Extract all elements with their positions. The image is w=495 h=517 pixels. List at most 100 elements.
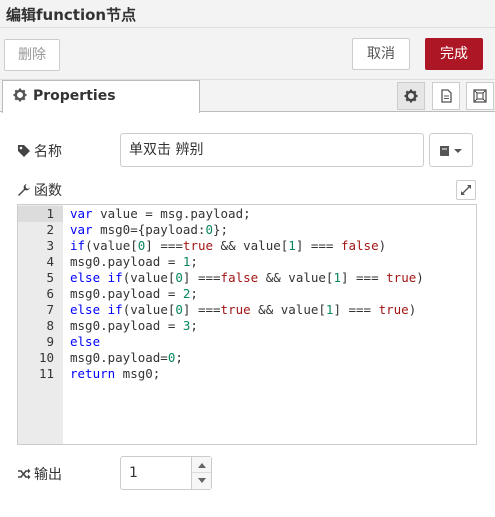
code-text: var value = msg.payload; <box>70 206 251 222</box>
code-text: var msg0={payload:0}; <box>70 222 228 238</box>
code-token: 1 <box>288 238 296 253</box>
code-token: && value[ <box>250 302 326 317</box>
line-number: 7 <box>46 302 54 317</box>
tag-icon <box>18 145 30 157</box>
expand-editor-button[interactable] <box>456 180 476 200</box>
dialog-title-bar: 编辑function节点 <box>0 0 495 28</box>
code-token: ] === <box>182 302 221 317</box>
line-number: 6 <box>46 286 54 301</box>
stepper-up-button[interactable] <box>192 457 211 473</box>
done-button[interactable]: 完成 <box>425 38 483 70</box>
dialog-toolbar: 删除 取消 完成 <box>0 28 495 80</box>
code-token: msg0; <box>115 366 161 381</box>
line-number: 8 <box>46 318 54 333</box>
code-token: msg0.payload = <box>70 318 183 333</box>
tab-appearance-button[interactable] <box>466 82 494 110</box>
code-line[interactable]: 9 else <box>18 334 476 350</box>
code-line[interactable]: 5 else if(value[0] ===false && value[1] =… <box>18 270 476 286</box>
code-token: true <box>386 270 417 285</box>
function-label-text: 函数 <box>34 183 62 199</box>
code-token: ] === <box>182 270 221 285</box>
name-field[interactable]: 单双击 辨别 <box>120 133 424 167</box>
code-token: value = msg.payload; <box>92 206 251 221</box>
name-label-text: 名称 <box>34 144 62 160</box>
code-line[interactable]: 1 var value = msg.payload; <box>18 206 476 222</box>
line-number: 11 <box>38 366 54 381</box>
code-line[interactable]: 3 if(value[0] ===true && value[1] === fal… <box>18 238 476 254</box>
outputs-value[interactable]: 1 <box>129 465 138 481</box>
gear-icon <box>404 89 418 103</box>
code-editor[interactable]: 1 var value = msg.payload; 2 var msg0={payl… <box>17 204 477 445</box>
tab-description-button[interactable] <box>432 82 460 110</box>
caret-down-icon <box>454 149 462 153</box>
line-number: 5 <box>46 270 54 285</box>
code-token: ) <box>408 302 417 317</box>
code-line[interactable]: 4 msg0.payload = 1; <box>18 254 476 270</box>
tab-settings-button[interactable] <box>397 82 425 110</box>
code-line[interactable]: 2 var msg0={payload:0}; <box>18 222 476 238</box>
code-text: else if(value[0] ===false && value[1] ==… <box>70 270 424 286</box>
shuffle-icon <box>18 468 31 480</box>
gear-icon <box>13 88 27 102</box>
code-token: (value[ <box>85 238 138 253</box>
tab-properties-label: Properties <box>33 88 116 104</box>
wrench-icon <box>18 184 30 196</box>
code-text: msg0.payload = 1; <box>70 254 198 270</box>
code-token: return <box>70 366 116 381</box>
code-token: ; <box>190 318 198 333</box>
code-text: msg0.payload=0; <box>70 350 183 366</box>
outputs-stepper[interactable]: 1 <box>120 456 212 490</box>
code-token: ; <box>175 350 183 365</box>
caret-down-icon <box>198 478 206 483</box>
code-token: else if <box>70 302 123 317</box>
dialog-title: 编辑function节点 <box>6 6 137 24</box>
code-line[interactable]: 7 else if(value[0] ===true && value[1] ==… <box>18 302 476 318</box>
code-token: true <box>182 238 214 253</box>
code-line[interactable]: 8 msg0.payload = 3; <box>18 318 476 334</box>
code-line[interactable]: 10 msg0.payload=0; <box>18 350 476 366</box>
tab-properties[interactable]: Properties <box>2 80 200 113</box>
code-token: ) <box>378 238 387 253</box>
line-number: 3 <box>46 238 54 253</box>
caret-up-icon <box>198 463 206 468</box>
code-token: if <box>70 238 86 253</box>
code-token: false <box>220 270 259 285</box>
code-token: ] === <box>340 270 387 285</box>
code-token: msg0={payload: <box>92 222 206 237</box>
description-icon <box>441 89 452 103</box>
line-number: 4 <box>46 254 54 269</box>
code-token: (value[ <box>122 302 176 317</box>
code-token: ] === <box>145 238 183 253</box>
library-button[interactable] <box>429 133 473 167</box>
code-token: msg0.payload = <box>70 254 183 269</box>
code-token: var <box>70 206 93 221</box>
line-number: 10 <box>38 350 54 365</box>
line-number: 9 <box>46 334 54 349</box>
code-token: && value[ <box>258 270 334 285</box>
outputs-label-text: 输出 <box>34 467 62 483</box>
line-number: 2 <box>46 222 54 237</box>
code-token: msg0.payload = <box>70 286 183 301</box>
code-token: && value[ <box>213 238 289 253</box>
code-line[interactable]: 6 msg0.payload = 2; <box>18 286 476 302</box>
appearance-icon <box>473 89 487 103</box>
code-token: msg0.payload= <box>70 350 168 365</box>
code-text: else <box>70 334 100 350</box>
tabs-bar: Properties <box>0 80 495 113</box>
code-text: else if(value[0] ===true && value[1] ===… <box>70 302 416 318</box>
code-token: ] === <box>333 302 379 317</box>
code-lines: 1 var value = msg.payload; 2 var msg0={payl… <box>18 206 476 382</box>
code-token: (value[ <box>122 270 176 285</box>
code-token: 0 <box>175 270 183 285</box>
code-text: msg0.payload = 2; <box>70 286 198 302</box>
code-token: else if <box>70 270 123 285</box>
delete-button[interactable]: 删除 <box>4 39 60 71</box>
stepper-down-button[interactable] <box>192 473 211 489</box>
code-token: 0 <box>205 222 213 237</box>
code-token: 1 <box>333 270 341 285</box>
cancel-button[interactable]: 取消 <box>352 38 410 70</box>
code-text: msg0.payload = 3; <box>70 318 198 334</box>
code-token: false <box>340 238 379 253</box>
code-line[interactable]: 11 return msg0; <box>18 366 476 382</box>
code-token: ] === <box>295 238 341 253</box>
